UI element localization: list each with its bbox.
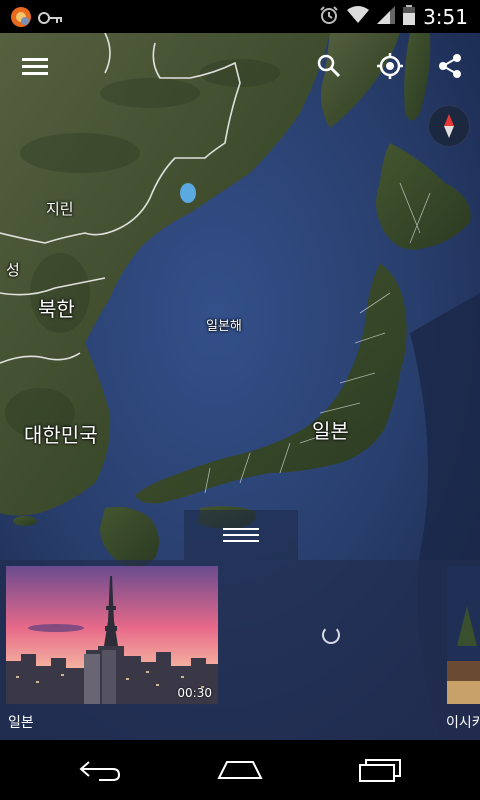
home-button[interactable]: [200, 750, 280, 790]
next-card-title: 이시카: [446, 715, 480, 731]
loading-spinner: [322, 626, 340, 644]
navigation-bar: [0, 740, 480, 800]
map-label-south-korea: 대한민국: [24, 423, 98, 447]
next-story-card[interactable]: [447, 566, 480, 704]
voyager-sheet: 00:30 일본 이시카: [0, 560, 480, 740]
my-location-icon: [377, 53, 403, 79]
compass-icon: [444, 114, 454, 138]
back-icon: [79, 761, 121, 781]
share-icon: [439, 54, 461, 78]
battery-icon: [403, 5, 416, 29]
map-label-partial: 성: [6, 261, 20, 279]
recents-icon: [359, 759, 401, 782]
status-bar: 3:51: [0, 0, 480, 33]
wifi-icon: [347, 6, 370, 28]
compass-button[interactable]: [428, 105, 470, 147]
menu-button[interactable]: [15, 46, 55, 86]
next-card-thumbnail: [447, 566, 480, 704]
home-icon: [217, 761, 263, 779]
search-icon: [317, 54, 341, 78]
card-thumbnail: [6, 566, 218, 704]
app-notification-icon: [10, 6, 32, 32]
recents-button[interactable]: [340, 750, 420, 790]
map-label-sea-of-japan: 일본해: [206, 319, 242, 334]
drawer-handle[interactable]: [184, 510, 298, 560]
status-time: 3:51: [423, 5, 468, 29]
map-label-north-korea: 북한: [38, 297, 75, 321]
map-label-jilin: 지린: [46, 200, 74, 218]
drawer-handle-icon: [223, 528, 259, 542]
search-button[interactable]: [309, 46, 349, 86]
card-duration: 00:30: [177, 686, 212, 700]
menu-icon: [22, 58, 48, 75]
map-label-japan: 일본: [312, 419, 349, 443]
story-card[interactable]: 00:30: [6, 566, 218, 704]
back-button[interactable]: [60, 750, 140, 790]
card-title: 일본: [8, 715, 34, 731]
alarm-icon: [319, 5, 339, 29]
signal-icon: [377, 6, 396, 28]
my-location-button[interactable]: [370, 46, 410, 86]
share-button[interactable]: [430, 46, 470, 86]
key-icon: [38, 10, 64, 29]
